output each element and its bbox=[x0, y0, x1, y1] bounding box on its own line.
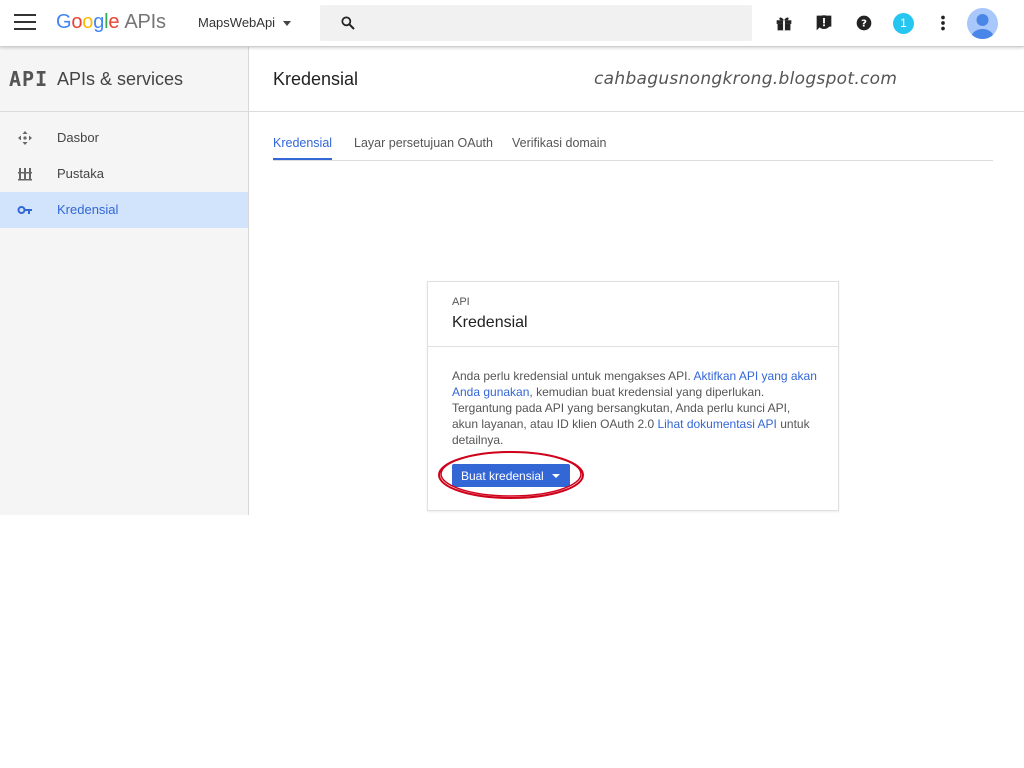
person-icon bbox=[971, 14, 994, 39]
library-icon bbox=[18, 168, 32, 181]
svg-text:?: ? bbox=[861, 19, 867, 30]
api-docs-link[interactable]: Lihat dokumentasi API bbox=[657, 417, 776, 431]
tab-domain-verification[interactable]: Verifikasi domain bbox=[512, 136, 607, 158]
search-input[interactable] bbox=[370, 5, 740, 41]
top-app-bar: Google APIs MapsWebApi ? 1 bbox=[0, 0, 1024, 47]
gift-icon[interactable] bbox=[773, 12, 795, 34]
tab-oauth-consent[interactable]: Layar persetujuan OAuth bbox=[354, 136, 493, 158]
highlight-ring bbox=[438, 451, 584, 499]
account-avatar[interactable] bbox=[967, 8, 998, 39]
search-bar[interactable] bbox=[320, 5, 752, 41]
card-header: API Kredensial bbox=[428, 282, 838, 347]
page-header: Kredensial cahbagusnongkrong.blogspot.co… bbox=[249, 47, 1024, 112]
search-icon bbox=[341, 16, 355, 30]
sidebar: API APIs & services Dasbor Pustaka Krede… bbox=[0, 47, 249, 515]
key-icon bbox=[17, 206, 32, 214]
main-menu-icon[interactable] bbox=[14, 14, 36, 32]
chevron-down-icon bbox=[283, 21, 292, 27]
watermark: cahbagusnongkrong.blogspot.com bbox=[594, 69, 898, 89]
api-logo: API bbox=[9, 67, 49, 91]
google-apis-logo[interactable]: Google APIs bbox=[56, 11, 166, 34]
card-eyebrow: API bbox=[452, 296, 470, 308]
tab-kredensial[interactable]: Kredensial bbox=[273, 136, 333, 160]
sidebar-item-label: Pustaka bbox=[57, 166, 104, 181]
feedback-icon[interactable] bbox=[813, 12, 835, 34]
sidebar-item-label: Kredensial bbox=[57, 202, 119, 217]
dashboard-icon bbox=[18, 131, 32, 145]
sidebar-item-dasbor[interactable]: Dasbor bbox=[0, 120, 248, 156]
sidebar-item-pustaka[interactable]: Pustaka bbox=[0, 156, 248, 192]
tab-bar: Kredensial Layar persetujuan OAuth Verif… bbox=[273, 131, 993, 161]
sidebar-item-label: Dasbor bbox=[57, 130, 99, 145]
card-description: Anda perlu kredensial untuk mengakses AP… bbox=[452, 369, 817, 447]
more-vert-icon[interactable] bbox=[932, 12, 954, 34]
card-title: Kredensial bbox=[452, 314, 528, 331]
sidebar-header: API APIs & services bbox=[0, 47, 248, 112]
page-title: Kredensial bbox=[273, 69, 359, 89]
notifications-badge[interactable]: 1 bbox=[893, 13, 914, 34]
sidebar-title: APIs & services bbox=[57, 69, 184, 89]
project-selector[interactable]: MapsWebApi bbox=[198, 15, 292, 30]
help-icon[interactable]: ? bbox=[853, 12, 875, 34]
project-name: MapsWebApi bbox=[198, 15, 276, 30]
sidebar-item-kredensial[interactable]: Kredensial bbox=[0, 192, 248, 228]
